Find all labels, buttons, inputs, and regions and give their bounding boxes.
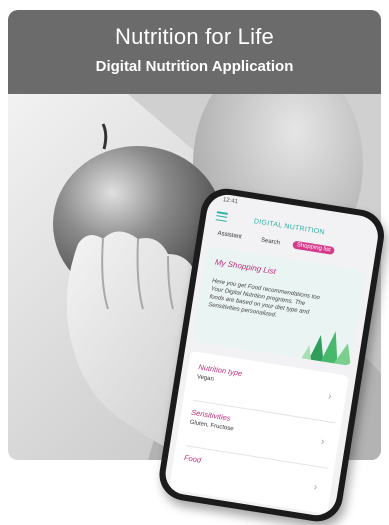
profile-settings-list: Nutrition type Vegan › Sensitivities Glu… (168, 350, 349, 515)
chevron-right-icon: › (312, 481, 318, 494)
phone-screen: 12:41 DIGITAL NUTRITION Assistant Search… (162, 191, 381, 519)
tab-assistant[interactable]: Assistant (217, 231, 242, 241)
vegetable-illustration (298, 331, 352, 366)
tab-search[interactable]: Search (261, 237, 281, 246)
header-banner: Nutrition for Life Digital Nutrition App… (8, 10, 381, 94)
shopping-list-description: Here you get Food recommendations too Yo… (207, 278, 321, 319)
shopping-list-card[interactable]: My Shopping List Here you get Food recom… (192, 246, 366, 366)
page-title: Nutrition for Life (115, 24, 274, 49)
hamburger-menu-icon[interactable] (215, 211, 228, 222)
shopping-list-title: My Shopping List (214, 257, 277, 277)
page-subtitle: Digital Nutrition Application (95, 58, 294, 75)
